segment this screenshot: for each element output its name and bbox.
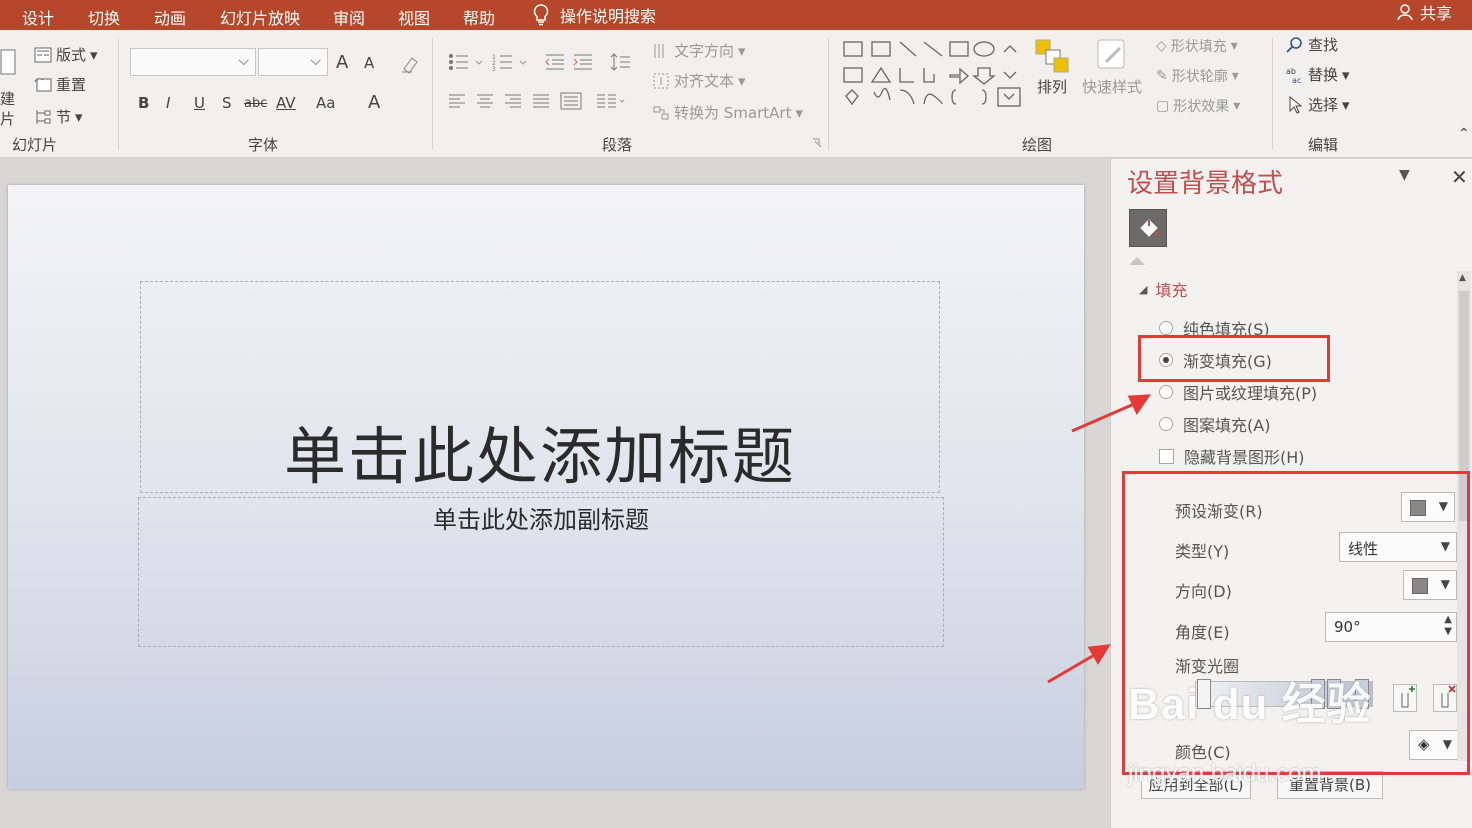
annotation-arrows <box>1047 394 1151 684</box>
arrow-head-icon <box>1087 644 1111 665</box>
annotation-arrow <box>1047 652 1097 684</box>
arrow-head-icon <box>1127 394 1151 416</box>
annotation-arrow <box>1071 402 1135 433</box>
